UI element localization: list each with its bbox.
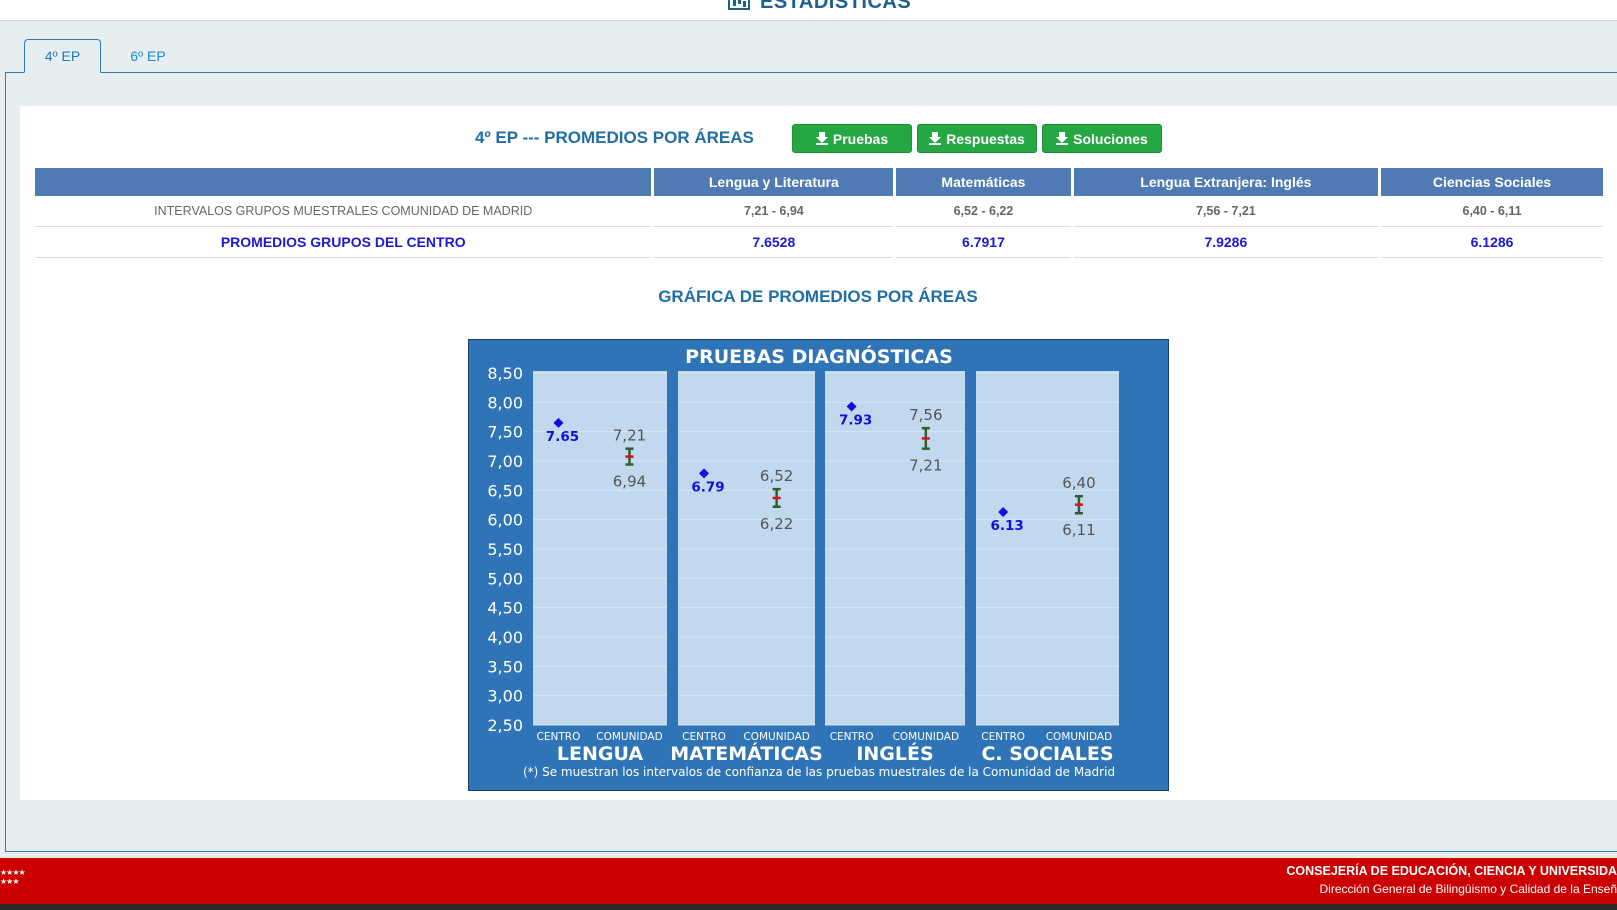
interval-high-label: 7,56 (909, 406, 942, 424)
diagnostic-chart: PRUEBAS DIAGNÓSTICAS 8,50 8,00 7,50 7,00 6,50… (468, 339, 1169, 791)
y-tick-label: 8,50 (487, 364, 523, 383)
y-tick-label: 5,50 (487, 540, 523, 559)
top-header: ESTADÍSTICAS (0, 0, 1617, 21)
download-soluciones-button[interactable]: Soluciones (1042, 124, 1162, 153)
category-label: LENGUA (557, 743, 643, 765)
chart-title: PRUEBAS DIAGNÓSTICAS (685, 344, 953, 368)
tab-bar: 4º EP 6º EP (5, 39, 1617, 73)
comunidad-axis-label: COMUNIDAD (1046, 731, 1112, 743)
centro-axis-label: CENTRO (537, 731, 581, 743)
category-label: C. SOCIALES (981, 743, 1113, 765)
table-header: Matemáticas (896, 168, 1071, 196)
chart-svg: PRUEBAS DIAGNÓSTICAS 8,50 8,00 7,50 7,00 6,50… (487, 344, 1119, 779)
download-respuestas-button[interactable]: Respuestas (917, 124, 1037, 153)
interval-low-label: 7,21 (909, 457, 942, 475)
table-row: PROMEDIOS GRUPOS DEL CENTRO 7.6528 6.791… (35, 227, 1603, 258)
y-tick-label: 5,00 (487, 569, 523, 588)
y-tick-label: 6,50 (487, 481, 523, 500)
bottom-strip (0, 904, 1617, 910)
table-header: Lengua Extranjera: Inglés (1073, 168, 1379, 196)
table-header (35, 168, 652, 196)
interval-high-label: 6,40 (1062, 474, 1095, 492)
table-cell: 7.6528 (654, 227, 894, 258)
soluciones-label: Soluciones (1073, 130, 1148, 147)
chart-panel (533, 371, 667, 725)
y-tick-label: 4,50 (487, 599, 523, 618)
table-cell: 6.1286 (1381, 227, 1603, 258)
table-cell: 7,21 - 6,94 (654, 196, 894, 227)
y-tick-label: 4,00 (487, 628, 523, 647)
section-title: 4º EP --- PROMEDIOS POR ÁREAS (475, 128, 754, 147)
table-header: Lengua y Literatura (654, 168, 894, 196)
y-tick-label: 3,00 (487, 687, 523, 706)
chart-panel (678, 371, 815, 725)
download-pruebas-button[interactable]: Pruebas (792, 124, 912, 153)
graph-title: GRÁFICA DE PROMEDIOS POR ÁREAS (658, 287, 978, 306)
table-header: Ciencias Sociales (1381, 168, 1603, 196)
table-cell: 7,56 - 7,21 (1073, 196, 1379, 227)
interval-low-label: 6,94 (613, 473, 646, 491)
y-tick-label: 7,00 (487, 452, 523, 471)
tab-6ep[interactable]: 6º EP (109, 39, 187, 73)
category-label: MATEMÁTICAS (670, 742, 823, 765)
averages-table: Lengua y Literatura Matemáticas Lengua E… (32, 168, 1606, 258)
download-icon (815, 132, 828, 145)
centro-axis-label: CENTRO (682, 731, 726, 743)
y-tick-label: 2,50 (487, 716, 523, 735)
chart-footnote: (*) Se muestran los intervalos de confia… (523, 765, 1115, 779)
centro-value-label: 7.93 (839, 412, 872, 428)
centro-axis-label: CENTRO (981, 731, 1025, 743)
page-title: ESTADÍSTICAS (728, 0, 911, 14)
centro-axis-label: CENTRO (830, 731, 874, 743)
bar-chart-icon (728, 0, 750, 10)
comunidad-axis-label: COMUNIDAD (743, 731, 809, 743)
row-label: PROMEDIOS GRUPOS DEL CENTRO (35, 227, 652, 258)
footer-line1: CONSEJERÍA DE EDUCACIÓN, CIENCIA Y UNIVE… (1286, 864, 1617, 878)
centro-value-label: 6.79 (691, 479, 724, 495)
footer-line2: Dirección General de Bilingüismo y Calid… (1319, 882, 1617, 896)
table-cell: 7.9286 (1073, 227, 1379, 258)
comunidad-axis-label: COMUNIDAD (893, 731, 959, 743)
centro-value-label: 6.13 (991, 518, 1024, 534)
tab-4ep[interactable]: 4º EP (24, 39, 101, 73)
y-tick-label: 3,50 (487, 657, 523, 676)
interval-low-label: 6,22 (760, 515, 793, 533)
download-icon (929, 132, 942, 145)
comunidad-axis-label: COMUNIDAD (596, 731, 662, 743)
table-header-row: Lengua y Literatura Matemáticas Lengua E… (35, 168, 1603, 196)
pruebas-label: Pruebas (832, 130, 889, 147)
y-tick-label: 8,00 (487, 393, 523, 412)
table-cell: 6.7917 (896, 227, 1071, 258)
y-tick-label: 6,00 (487, 511, 523, 530)
row-label: INTERVALOS GRUPOS MUESTRALES COMUNIDAD D… (35, 196, 652, 227)
interval-high-label: 7,21 (613, 427, 646, 445)
footer-bar: ★★★★ ★★★ CONSEJERÍA DE EDUCACIÓN, CIENCIA… (0, 858, 1617, 904)
y-tick-label: 7,50 (487, 423, 523, 442)
interval-low-label: 6,11 (1062, 521, 1095, 539)
respuestas-label: Respuestas (946, 130, 1025, 147)
table-cell: 6,52 - 6,22 (896, 196, 1071, 227)
centro-value-label: 7.65 (546, 429, 579, 445)
download-icon (1056, 132, 1069, 145)
category-label: INGLÉS (856, 742, 933, 765)
table-row: INTERVALOS GRUPOS MUESTRALES COMUNIDAD D… (35, 196, 1603, 227)
interval-high-label: 6,52 (760, 467, 793, 485)
madrid-stars-logo: ★★★★ ★★★ (0, 868, 26, 886)
page-title-text: ESTADÍSTICAS (760, 0, 912, 13)
chart-panel (976, 371, 1119, 725)
table-cell: 6,40 - 6,11 (1381, 196, 1603, 227)
